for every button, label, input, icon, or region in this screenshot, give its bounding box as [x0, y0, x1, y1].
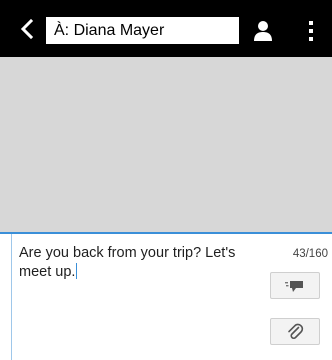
recipient-value: À: Diana Mayer [54, 21, 165, 39]
back-button[interactable] [14, 12, 40, 45]
text-caret [76, 263, 78, 279]
conversation-thread-area [0, 57, 332, 232]
paperclip-icon [288, 323, 304, 339]
send-button[interactable] [270, 272, 320, 299]
sms-compose-screen: À: Diana Mayer Are you back from your tr… [0, 0, 332, 360]
compose-field-edge [11, 234, 12, 360]
top-action-bar: À: Diana Mayer [0, 0, 332, 57]
person-icon [254, 21, 272, 41]
recipient-field[interactable]: À: Diana Mayer [46, 17, 239, 44]
message-input[interactable]: Are you back from your trip? Let's meet … [19, 244, 265, 282]
overflow-menu-button[interactable] [296, 16, 326, 46]
overflow-menu-icon [309, 21, 313, 41]
contact-picker-button[interactable] [248, 16, 278, 46]
message-text: Are you back from your trip? Let's meet … [19, 245, 236, 280]
send-icon [285, 280, 303, 292]
character-counter: 43/160 [292, 248, 328, 260]
attach-button[interactable] [270, 318, 320, 345]
back-arrow-icon [20, 18, 34, 39]
